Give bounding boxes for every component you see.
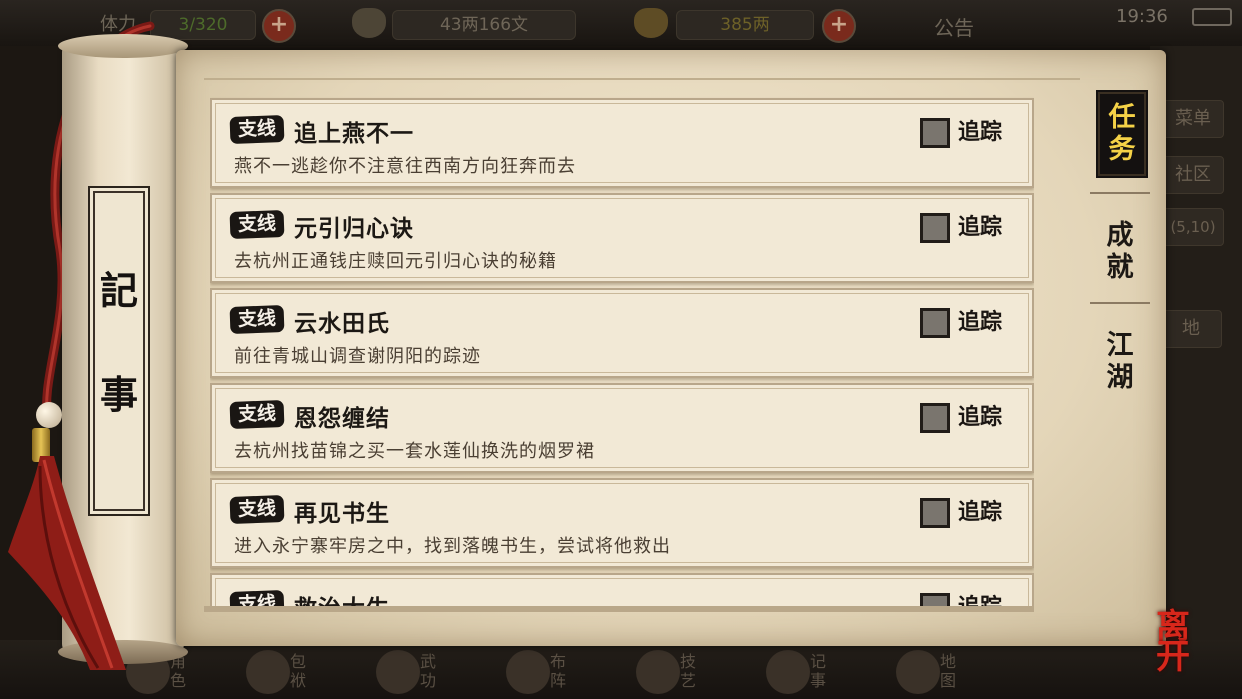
list-bottom-edge	[204, 606, 1034, 612]
quest-title: 元引归心诀	[294, 216, 414, 242]
nav-inventory[interactable]: 包袱	[240, 650, 330, 694]
nav-journal[interactable]: 记事	[760, 650, 850, 694]
quest-type-badge: 支线	[229, 210, 285, 239]
scroll-title-char-2: 事	[99, 372, 138, 417]
track-label[interactable]: 追踪	[958, 209, 1002, 241]
tab-quests[interactable]: 任务	[1098, 92, 1146, 176]
silver-ingot-icon	[352, 8, 386, 38]
quest-description: 前往青城山调查谢阴阳的踪迹	[234, 346, 481, 367]
quest-type-badge: 支线	[229, 305, 285, 334]
clock: 19:36	[1116, 6, 1168, 27]
quest-title: 云水田氏	[294, 311, 390, 337]
quest-description: 燕不一逃趁你不注意往西南方向狂奔而去	[234, 156, 576, 177]
quest-title: 追上燕不一	[294, 121, 414, 147]
quest-item[interactable]: 支线 追上燕不一 燕不一逃趁你不注意往西南方向狂奔而去 追踪	[210, 98, 1034, 188]
gold-display: 385两	[676, 10, 814, 40]
yinyang-icon	[506, 650, 550, 694]
nav-map[interactable]: 地图	[890, 650, 980, 694]
notice-button[interactable]: 公告	[934, 12, 974, 41]
quest-description: 去杭州正通钱庄赎回元引归心诀的秘籍	[234, 251, 557, 272]
red-tassel-icon	[8, 456, 126, 670]
scroll-title-char-1: 記	[99, 268, 138, 313]
quest-item[interactable]: 支线 恩怨缠结 去杭州找苗锦之买一套水莲仙换洗的烟罗裙 追踪	[210, 383, 1034, 473]
quest-item[interactable]: 支线 云水田氏 前往青城山调查谢阴阳的踪迹 追踪	[210, 288, 1034, 378]
add-gold-button[interactable]: +	[822, 9, 856, 43]
community-button[interactable]: 社区	[1162, 156, 1224, 194]
journal-icon	[766, 650, 810, 694]
map-location[interactable]: 地	[1160, 310, 1222, 348]
nav-skills[interactable]: 武功	[370, 650, 460, 694]
quest-list[interactable]: 支线 追上燕不一 燕不一逃趁你不注意往西南方向狂奔而去 追踪 支线 元引归心诀 …	[210, 96, 1034, 608]
bag-icon	[246, 650, 290, 694]
quest-type-badge: 支线	[229, 400, 285, 429]
quest-item[interactable]: 支线 再见书生 进入永宁寨牢房之中，找到落魄书生，尝试将他救出 追踪	[210, 478, 1034, 568]
nav-formation[interactable]: 布阵	[500, 650, 590, 694]
tab-divider	[1090, 302, 1150, 304]
quest-title: 恩怨缠结	[294, 406, 390, 432]
gold-ingot-icon	[634, 8, 668, 38]
tab-achievements[interactable]: 成就	[1102, 220, 1138, 284]
track-checkbox[interactable]	[920, 213, 950, 243]
book-icon	[376, 650, 420, 694]
track-label[interactable]: 追踪	[958, 304, 1002, 336]
quest-description: 去杭州找苗锦之买一套水莲仙换洗的烟罗裙	[234, 441, 595, 462]
track-label[interactable]: 追踪	[958, 494, 1002, 526]
crafting-icon	[636, 650, 680, 694]
track-checkbox[interactable]	[920, 498, 950, 528]
track-label[interactable]: 追踪	[958, 399, 1002, 431]
quest-description: 进入永宁寨牢房之中，找到落魄书生，尝试将他救出	[234, 536, 671, 557]
tab-divider	[1090, 192, 1150, 194]
coordinates-display: (5,10)	[1162, 208, 1224, 246]
jade-bead-icon	[36, 402, 62, 428]
leave-button[interactable]: 离开	[1156, 610, 1216, 682]
track-checkbox[interactable]	[920, 308, 950, 338]
tab-jianghu[interactable]: 江湖	[1102, 330, 1138, 394]
battery-icon	[1192, 8, 1232, 26]
menu-button[interactable]: 菜单	[1162, 100, 1224, 138]
quest-item[interactable]: 支线 救治大生 追踪	[210, 573, 1034, 608]
nav-crafting[interactable]: 技艺	[630, 650, 720, 694]
track-checkbox[interactable]	[920, 403, 950, 433]
quest-title: 再见书生	[294, 501, 390, 527]
quest-type-badge: 支线	[229, 115, 285, 144]
quest-type-badge: 支线	[229, 495, 285, 524]
track-label[interactable]: 追踪	[958, 114, 1002, 146]
track-checkbox[interactable]	[920, 118, 950, 148]
add-stamina-button[interactable]: +	[262, 9, 296, 43]
money-display: 43两166文	[392, 10, 576, 40]
map-icon	[896, 650, 940, 694]
quest-item[interactable]: 支线 元引归心诀 去杭州正通钱庄赎回元引归心诀的秘籍 追踪	[210, 193, 1034, 283]
